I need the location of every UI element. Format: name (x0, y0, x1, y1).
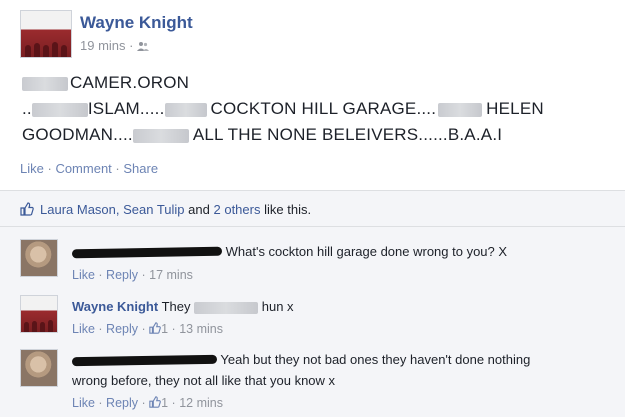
post-text: ALL THE NONE BELEIVERS......B.A.A.I (192, 125, 503, 144)
comment-author-name[interactable]: Wayne Knight (72, 299, 158, 314)
post-card: Wayne Knight 19 mins · CAMER.ORON .. ISLA… (0, 0, 625, 190)
comment-1-text: What's cockton hill garage done wrong to… (71, 244, 508, 259)
comment-like-link[interactable]: Like (72, 268, 95, 282)
post-timestamp[interactable]: 19 mins (80, 38, 126, 53)
comment-like-link[interactable]: Like (72, 396, 95, 410)
comment-like-count[interactable]: 1 (161, 322, 168, 336)
comment-3-text-line-2: wrong before, they not all like that you… (72, 373, 336, 388)
comment-like-thumb-icon (149, 396, 161, 408)
post-text-line-1: CAMER.ORON (22, 73, 189, 93)
likes-and: and (188, 202, 210, 217)
share-link[interactable]: Share (123, 161, 158, 176)
comment-like-count[interactable]: 1 (161, 396, 168, 410)
post-text: HELEN (486, 99, 544, 118)
comment-body: hun x (261, 299, 294, 314)
commenter-avatar[interactable] (20, 295, 58, 333)
comment-like-thumb-icon (149, 322, 161, 334)
divider (0, 226, 625, 227)
author-avatar[interactable] (20, 10, 72, 58)
post-text-line-3: GOODMAN.... ALL THE NONE BELEIVERS......B… (22, 125, 502, 145)
post-text: .. (22, 99, 32, 118)
comment-3-actions: Like · Reply · 1 · 12 mins (72, 396, 223, 410)
post-text: ISLAM..... (87, 99, 165, 118)
commenter-avatar[interactable] (20, 349, 58, 387)
comment-2-actions: Like · Reply · 1 · 13 mins (72, 322, 223, 336)
comment-like-link[interactable]: Like (72, 322, 95, 336)
comment-timestamp[interactable]: 12 mins (179, 396, 223, 410)
comment-1-actions: Like · Reply · 17 mins (72, 268, 193, 282)
comment-timestamp[interactable]: 17 mins (149, 268, 193, 282)
comment-3-text-line-1: Yeah but they not bad ones they haven't … (71, 352, 531, 367)
comment-link[interactable]: Comment (55, 161, 111, 176)
post-text: COCKTON HILL GARAGE.... (210, 99, 437, 118)
comment-body: Yeah but they not bad ones they haven't … (220, 352, 531, 367)
redacted-text (438, 102, 483, 117)
comment-2-text: Wayne Knight They hun x (72, 299, 294, 314)
friends-icon[interactable] (137, 39, 150, 51)
likes-summary: Laura Mason, Sean Tulip and 2 others lik… (20, 202, 311, 217)
likes-others-link[interactable]: 2 others (214, 202, 261, 217)
redacted-text (132, 128, 189, 143)
scribbled-name (71, 354, 218, 367)
likes-suffix: like this. (264, 202, 312, 217)
comment-reply-link[interactable]: Reply (106, 322, 138, 336)
redacted-text (164, 102, 207, 117)
post-text: CAMER.ORON (70, 73, 190, 92)
scribbled-name (71, 246, 223, 259)
comment-reply-link[interactable]: Reply (106, 268, 138, 282)
like-link[interactable]: Like (20, 161, 44, 176)
post-meta: 19 mins · (80, 38, 150, 53)
post-actions: Like · Comment · Share (20, 161, 158, 176)
comment-body: They (161, 299, 191, 314)
comment-timestamp[interactable]: 13 mins (179, 322, 223, 336)
post-text: GOODMAN.... (22, 125, 133, 144)
redacted-text (194, 301, 259, 314)
redacted-text (22, 76, 68, 91)
post-text-line-2: .. ISLAM..... COCKTON HILL GARAGE.... HELEN (22, 99, 544, 119)
comment-reply-link[interactable]: Reply (106, 396, 138, 410)
commenter-avatar[interactable] (20, 239, 58, 277)
like-thumb-icon (20, 202, 34, 216)
redacted-text (31, 102, 88, 117)
divider (0, 190, 625, 191)
meta-dot: · (129, 38, 138, 53)
post-author-name[interactable]: Wayne Knight (80, 13, 193, 33)
comment-body: What's cockton hill garage done wrong to… (225, 244, 508, 259)
likers-names[interactable]: Laura Mason, Sean Tulip (40, 202, 185, 217)
